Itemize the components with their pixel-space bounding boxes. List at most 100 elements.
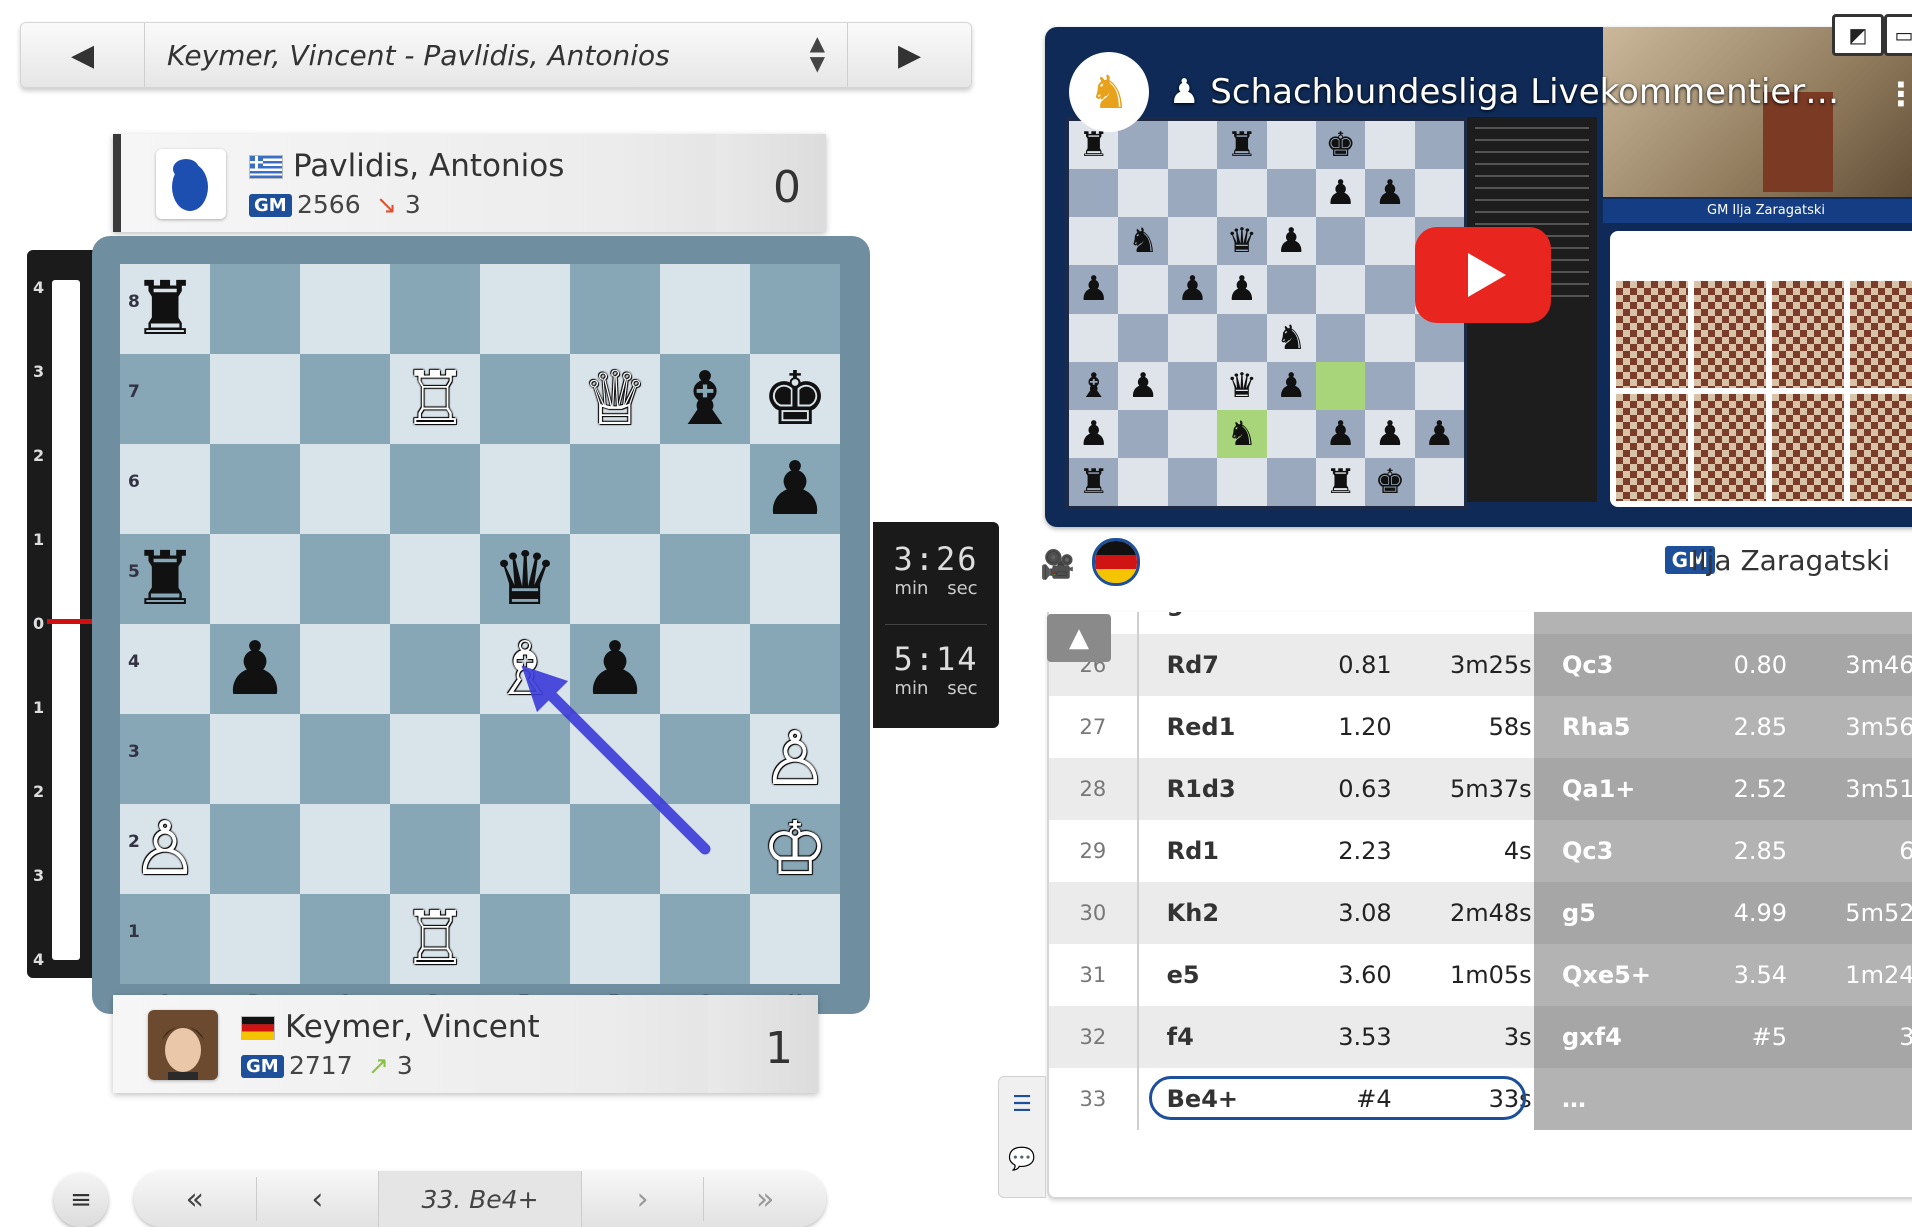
square-d3[interactable] <box>390 714 480 804</box>
square-g6[interactable] <box>660 444 750 534</box>
youtube-play-button[interactable] <box>1415 227 1551 323</box>
square-e2[interactable] <box>480 804 570 894</box>
square-h3[interactable]: ♙ <box>750 714 840 804</box>
square-h7[interactable]: ♚ <box>750 354 840 444</box>
square-a3[interactable]: 3 <box>120 714 210 804</box>
square-c5[interactable] <box>300 534 390 624</box>
white-rook-icon[interactable]: ♖ <box>402 362 468 436</box>
square-d6[interactable] <box>390 444 480 534</box>
white-move-cell[interactable]: Be4+ #4 33s <box>1138 1068 1534 1130</box>
square-f6[interactable] <box>570 444 660 534</box>
square-c4[interactable] <box>300 624 390 714</box>
square-d1[interactable]: ♖ <box>390 894 480 984</box>
white-move-cell[interactable]: Rd1 2.23 4s <box>1138 820 1534 882</box>
square-f7[interactable]: ♕ <box>570 354 660 444</box>
square-h1[interactable] <box>750 894 840 984</box>
square-b5[interactable] <box>210 534 300 624</box>
black-move-cell[interactable]: Kxh60.803s <box>1534 612 1912 634</box>
square-b7[interactable] <box>210 354 300 444</box>
square-f5[interactable] <box>570 534 660 624</box>
square-d8[interactable] <box>390 264 480 354</box>
channel-logo-icon[interactable]: ♞ <box>1069 52 1149 132</box>
black-queen-icon[interactable]: ♛ <box>492 542 558 616</box>
square-f3[interactable] <box>570 714 660 804</box>
square-b3[interactable] <box>210 714 300 804</box>
prev-game-button[interactable]: ◀ <box>21 23 144 87</box>
black-rook-icon[interactable]: ♜ <box>132 542 198 616</box>
square-d5[interactable] <box>390 534 480 624</box>
square-g1[interactable] <box>660 894 750 984</box>
square-c3[interactable] <box>300 714 390 804</box>
white-rook-icon[interactable]: ♖ <box>402 902 468 976</box>
black-move-cell[interactable]: … <box>1534 1068 1912 1130</box>
square-a7[interactable]: 7 <box>120 354 210 444</box>
square-c2[interactable] <box>300 804 390 894</box>
square-e7[interactable] <box>480 354 570 444</box>
white-move-cell[interactable]: Kh2 3.08 2m48s <box>1138 882 1534 944</box>
black-king-icon[interactable]: ♚ <box>762 362 828 436</box>
black-move-cell[interactable]: Qc3 2.856s <box>1534 820 1912 882</box>
square-a5[interactable]: ♜ 5 <box>120 534 210 624</box>
player-name[interactable]: Pavlidis, Antonios <box>293 148 564 184</box>
square-g2[interactable] <box>660 804 750 894</box>
square-e1[interactable] <box>480 894 570 984</box>
black-pawn-icon[interactable]: ♟ <box>762 452 828 526</box>
white-move-cell[interactable]: Rd7 0.81 3m25s <box>1138 634 1534 696</box>
white-pawn-icon[interactable]: ♙ <box>132 812 198 886</box>
square-b4[interactable]: ♟ <box>210 624 300 714</box>
square-e3[interactable] <box>480 714 570 804</box>
square-h8[interactable] <box>750 264 840 354</box>
square-a2[interactable]: ♙ 2 <box>120 804 210 894</box>
square-e5[interactable]: ♛ <box>480 534 570 624</box>
black-move-cell[interactable]: Qa1+ 2.52 3m51s <box>1534 758 1912 820</box>
square-g7[interactable]: ♝ <box>660 354 750 444</box>
black-move-cell[interactable]: gxf4 #53s <box>1534 1006 1912 1068</box>
player-name[interactable]: Keymer, Vincent <box>285 1009 540 1045</box>
square-e8[interactable] <box>480 264 570 354</box>
white-bishop-icon[interactable]: ♗ <box>492 632 558 706</box>
game-select-dropdown[interactable]: Keymer, Vincent - Pavlidis, Antonios ▲ ▼ <box>145 23 847 87</box>
square-f4[interactable]: ♟ <box>570 624 660 714</box>
square-d7[interactable]: ♖ <box>390 354 480 444</box>
notation-list-icon[interactable]: ☰ <box>999 1077 1045 1132</box>
square-d4[interactable] <box>390 624 480 714</box>
square-a4[interactable]: 4 <box>120 624 210 714</box>
more-options-icon[interactable]: ⋮ <box>1885 75 1912 113</box>
square-e6[interactable] <box>480 444 570 534</box>
square-h2[interactable]: ♔ <box>750 804 840 894</box>
square-d2[interactable] <box>390 804 480 894</box>
black-bishop-icon[interactable]: ♝ <box>672 362 738 436</box>
scroll-up-button[interactable]: ▲ <box>1047 614 1111 662</box>
square-h5[interactable] <box>750 534 840 624</box>
white-king-icon[interactable]: ♔ <box>762 812 828 886</box>
game-selector[interactable]: ◀ Keymer, Vincent - Pavlidis, Antonios ▲… <box>20 22 972 88</box>
square-g5[interactable] <box>660 534 750 624</box>
square-h6[interactable]: ♟ <box>750 444 840 534</box>
square-c6[interactable] <box>300 444 390 534</box>
square-g4[interactable] <box>660 624 750 714</box>
square-f2[interactable] <box>570 804 660 894</box>
black-pawn-icon[interactable]: ♟ <box>222 632 288 706</box>
next-move-button[interactable]: › <box>582 1182 704 1217</box>
black-move-cell[interactable]: Qc3 0.80 3m46s <box>1534 634 1912 696</box>
chess-board[interactable]: ♜ 8 7 ♖ ♕ ♝ ♚ 6 ♟ ♜ 5 ♛ 4 ♟ ♗ ♟ 3 ♙ ♙ 2 ♔ 1 ♖ <box>120 264 840 984</box>
black-move-cell[interactable]: Qxe5+ 3.54 1m24s <box>1534 944 1912 1006</box>
menu-button[interactable]: ≡ <box>54 1173 108 1227</box>
white-move-cell[interactable]: Red1 1.20 58s <box>1138 696 1534 758</box>
maximize-icon[interactable]: ▭ <box>1884 14 1912 56</box>
square-b8[interactable] <box>210 264 300 354</box>
square-b1[interactable] <box>210 894 300 984</box>
black-rook-icon[interactable]: ♜ <box>132 272 198 346</box>
black-move-cell[interactable]: g5 4.99 5m52s <box>1534 882 1912 944</box>
white-move-cell[interactable]: e5 3.60 1m05s <box>1138 944 1534 1006</box>
video-camera-icon[interactable]: 🎥 <box>1040 548 1075 581</box>
popout-icon[interactable]: ◩ <box>1832 14 1884 56</box>
video-player[interactable]: ♜ ♜ ♚ ♟ ♟ ♞ ♛ ♟ ♟ ♟ ♟ ♞ ♝ ♟ ♛ ♟ ♟ ♞ ♟ ♟ ♟ ♜ ♜ ♚ GM Ilja Zaragat… <box>1045 27 1912 527</box>
flag-germany-icon[interactable] <box>1092 538 1140 586</box>
square-c1[interactable] <box>300 894 390 984</box>
white-queen-icon[interactable]: ♕ <box>582 362 648 436</box>
square-f8[interactable] <box>570 264 660 354</box>
black-pawn-icon[interactable]: ♟ <box>582 632 648 706</box>
prev-move-button[interactable]: ‹ <box>257 1182 379 1217</box>
square-b6[interactable] <box>210 444 300 534</box>
